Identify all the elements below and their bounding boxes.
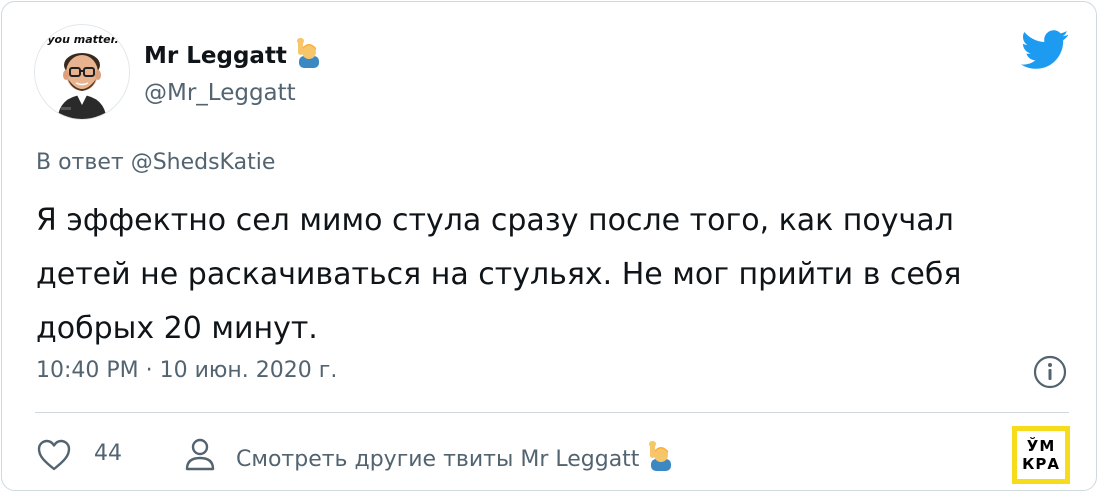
info-icon[interactable] bbox=[1032, 354, 1068, 390]
avatar-image: you matter. bbox=[47, 33, 119, 119]
heart-icon[interactable] bbox=[36, 438, 72, 472]
like-count[interactable]: 44 bbox=[94, 441, 122, 466]
umka-logo-line2: КРА bbox=[1022, 455, 1060, 473]
avatar[interactable]: you matter. bbox=[34, 24, 130, 120]
author-name-text: Mr Leggatt bbox=[144, 43, 287, 69]
tweet-card: you matter. Mr Leggatt @Mr_Leggatt В отв… bbox=[1, 1, 1097, 491]
tweet-text: Я эффектно сел мимо стула сразу после то… bbox=[36, 203, 962, 346]
raising-hand-person-icon bbox=[647, 441, 675, 477]
twitter-bird-icon[interactable] bbox=[1020, 30, 1070, 70]
more-tweets-label: Смотреть другие твиты Mr Leggatt bbox=[236, 446, 640, 472]
umka-logo: ЎМ КРА bbox=[1012, 426, 1070, 484]
tweet-timestamp[interactable]: 10:40 PM · 10 июн. 2020 г. bbox=[36, 358, 337, 383]
reply-context: В ответ @ShedsKatie bbox=[36, 150, 275, 175]
avatar-caption: you matter. bbox=[47, 33, 118, 46]
person-icon[interactable] bbox=[182, 436, 218, 472]
author-display-name[interactable]: Mr Leggatt bbox=[144, 38, 323, 74]
umka-logo-inner: ЎМ КРА bbox=[1017, 431, 1065, 479]
umka-logo-line1: ЎМ bbox=[1026, 437, 1056, 455]
reply-mention-link[interactable]: @ShedsKatie bbox=[131, 150, 276, 175]
raising-hand-person-icon bbox=[295, 38, 323, 74]
author-handle[interactable]: @Mr_Leggatt bbox=[144, 80, 296, 106]
divider bbox=[35, 412, 1069, 413]
more-tweets-link[interactable]: Смотреть другие твиты Mr Leggatt bbox=[236, 441, 675, 477]
reply-prefix: В ответ bbox=[36, 150, 124, 175]
